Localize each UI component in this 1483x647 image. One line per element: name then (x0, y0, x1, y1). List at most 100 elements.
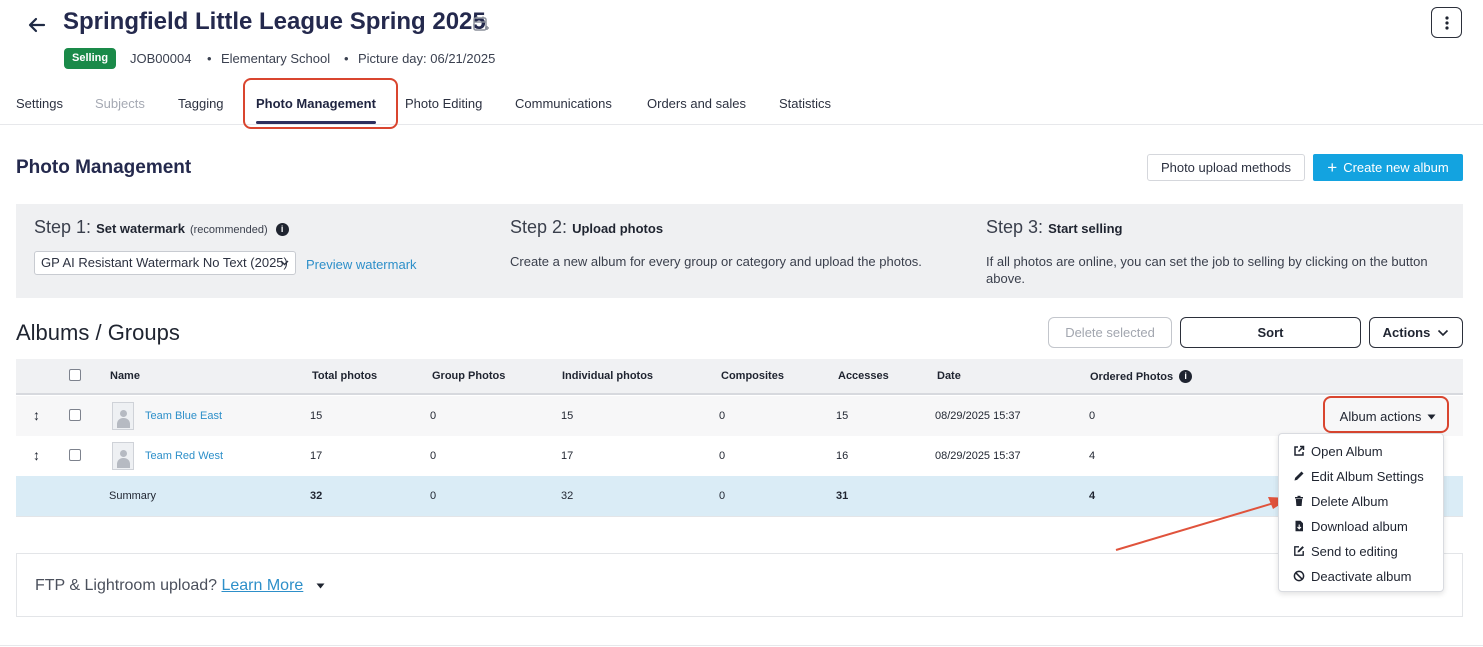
album-name-link[interactable]: Team Blue East (145, 410, 222, 422)
photo-upload-methods-button[interactable]: Photo upload methods (1147, 154, 1305, 181)
delete-selected-button[interactable]: Delete selected (1048, 317, 1172, 348)
album-thumbnail[interactable] (112, 402, 134, 430)
person-icon (117, 458, 130, 468)
menu-item-label: Delete Album (1311, 493, 1389, 509)
menu-item-send-to-editing[interactable]: Send to editing (1293, 541, 1398, 561)
actions-button[interactable]: Actions (1369, 317, 1463, 348)
summary-total-photos: 32 (310, 490, 323, 502)
drag-handle-icon[interactable]: ↕ (33, 447, 40, 463)
column-header-individual-photos[interactable]: Individual photos (562, 370, 653, 382)
menu-item-delete-album[interactable]: Delete Album (1293, 491, 1388, 511)
ftp-question: FTP & Lightroom upload? Learn More (35, 577, 325, 595)
summary-individual-photos: 32 (561, 490, 574, 502)
column-header-ordered-photos[interactable]: Ordered Photos i (1090, 370, 1193, 383)
menu-item-label: Open Album (1311, 443, 1383, 459)
select-all-checkbox[interactable] (69, 369, 81, 381)
album-actions-menu: Open Album Edit Album Settings Delete Al… (1278, 433, 1444, 592)
menu-item-download-album[interactable]: Download album (1293, 516, 1408, 536)
menu-item-open-album[interactable]: Open Album (1293, 441, 1383, 461)
calendar-icon[interactable] (472, 15, 490, 33)
cell-individual-photos: 17 (561, 450, 574, 462)
table-row (16, 396, 1463, 436)
step1-note: (recommended) (189, 224, 268, 236)
step2-description: Create a new album for every group or ca… (510, 254, 922, 269)
learn-more-link[interactable]: Learn More (221, 577, 303, 594)
cell-total-photos: 17 (310, 450, 323, 462)
plus-icon: + (1327, 158, 1338, 177)
step3-prefix: Step 3: (986, 217, 1044, 237)
more-options-button[interactable] (1431, 7, 1462, 38)
column-header-composites[interactable]: Composites (721, 370, 784, 382)
ban-icon (1293, 570, 1305, 582)
tab-tagging[interactable]: Tagging (178, 96, 224, 111)
section-title: Photo Management (16, 157, 192, 178)
menu-item-label: Download album (1311, 518, 1408, 534)
tab-communications[interactable]: Communications (515, 96, 612, 111)
tabs-divider (0, 124, 1483, 125)
cell-date: 08/29/2025 15:37 (935, 410, 1021, 422)
steps-panel: Step 1: Set watermark (recommended) i GP… (16, 204, 1463, 298)
menu-item-edit-album-settings[interactable]: Edit Album Settings (1293, 466, 1424, 486)
cell-ordered-photos: 0 (1089, 410, 1096, 422)
tab-settings[interactable]: Settings (16, 96, 63, 111)
column-header-date[interactable]: Date (937, 370, 961, 382)
summary-accesses: 31 (836, 490, 849, 502)
summary-ordered-photos: 4 (1089, 490, 1096, 502)
cell-composites: 0 (719, 450, 726, 462)
cell-accesses: 15 (836, 410, 849, 422)
pencil-icon (1294, 471, 1304, 481)
step2-title: Upload photos (572, 221, 664, 236)
actions-label: Actions (1382, 325, 1431, 340)
person-icon (120, 450, 127, 457)
row-checkbox[interactable] (69, 409, 81, 421)
album-name-link[interactable]: Team Red West (145, 450, 223, 462)
album-thumbnail[interactable] (112, 442, 134, 470)
cell-total-photos: 15 (310, 410, 323, 422)
preview-watermark-link[interactable]: Preview watermark (306, 256, 417, 273)
external-link-icon (1294, 445, 1305, 456)
chevron-down-icon (1438, 329, 1449, 336)
cell-date: 08/29/2025 15:37 (935, 450, 1021, 462)
summary-composites: 0 (719, 490, 726, 502)
meta-separator: • (344, 51, 349, 66)
edit-square-icon (1294, 546, 1304, 556)
create-new-album-button[interactable]: + Create new album (1313, 154, 1463, 181)
column-header-total-photos[interactable]: Total photos (312, 370, 377, 382)
kebab-icon (1444, 15, 1449, 30)
tab-statistics[interactable]: Statistics (779, 96, 831, 111)
row-checkbox[interactable] (69, 449, 81, 461)
annotation-highlight-tab (243, 78, 398, 129)
step2-heading: Step 2: Upload photos (510, 217, 663, 238)
tab-subjects[interactable]: Subjects (95, 96, 145, 111)
column-header-group-photos[interactable]: Group Photos (432, 370, 505, 382)
menu-item-label: Deactivate album (1311, 568, 1412, 584)
chevron-down-icon (280, 252, 289, 274)
step1-prefix: Step 1: (34, 217, 92, 237)
step1-heading: Step 1: Set watermark (recommended) i (34, 217, 289, 238)
step3-heading: Step 3: Start selling (986, 217, 1122, 238)
ftp-lightroom-panel: FTP & Lightroom upload? Learn More (16, 553, 1463, 617)
table-bottom-border (16, 516, 1463, 517)
page-bottom-divider (0, 645, 1483, 646)
column-header-name[interactable]: Name (110, 370, 140, 382)
watermark-select[interactable]: GP AI Resistant Watermark No Text (2025) (34, 251, 296, 275)
tab-photo-editing[interactable]: Photo Editing (405, 96, 482, 111)
sort-button[interactable]: Sort (1180, 317, 1361, 348)
cell-group-photos: 0 (430, 410, 437, 422)
info-icon[interactable]: i (1179, 370, 1193, 383)
info-icon[interactable]: i (275, 223, 289, 236)
step2-prefix: Step 2: (510, 217, 568, 237)
watermark-select-value: GP AI Resistant Watermark No Text (2025) (41, 255, 288, 270)
job-title: Springfield Little League Spring 2025 (63, 8, 486, 35)
step1-title: Set watermark (96, 221, 185, 236)
tab-orders-and-sales[interactable]: Orders and sales (647, 96, 746, 111)
drag-handle-icon[interactable]: ↕ (33, 407, 40, 423)
person-icon (120, 410, 127, 417)
albums-title: Albums / Groups (16, 320, 180, 345)
meta-separator: • (207, 51, 212, 66)
back-arrow-icon[interactable] (24, 12, 50, 38)
trash-icon (1295, 495, 1303, 506)
menu-item-deactivate-album[interactable]: Deactivate album (1293, 566, 1411, 586)
create-new-album-label: Create new album (1343, 160, 1449, 175)
column-header-accesses[interactable]: Accesses (838, 370, 889, 382)
